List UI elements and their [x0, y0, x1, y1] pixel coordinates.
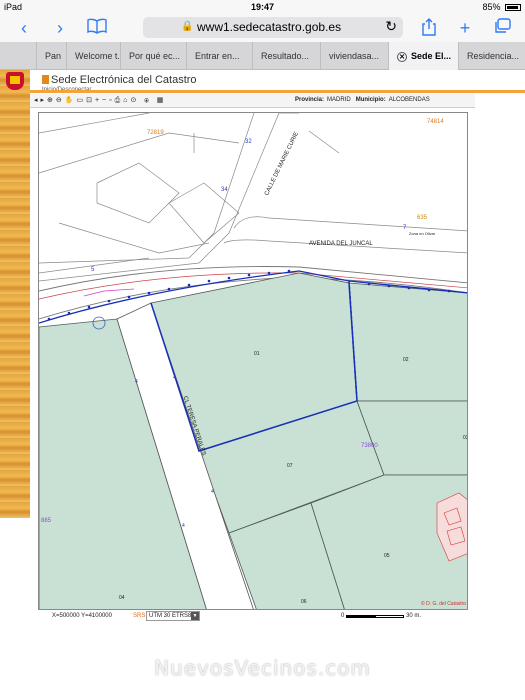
- site-title[interactable]: Sede Electrónica del Catastro: [42, 74, 197, 86]
- parcel-number: 05: [384, 553, 390, 559]
- block-number: 72819: [147, 130, 164, 136]
- block-number: 885: [41, 518, 52, 524]
- parcel-number: 07: [287, 463, 293, 469]
- tab-6-active[interactable]: ✕ Sede El...: [388, 42, 458, 70]
- tab-5[interactable]: viviendasa...: [320, 42, 388, 70]
- srs-select[interactable]: UTM 30 ETRS89 ▼: [146, 611, 200, 621]
- decorative-strip: [0, 70, 30, 518]
- ios-status-bar: iPad 19:47 85%: [0, 0, 525, 14]
- battery-percent: 85%: [482, 2, 501, 12]
- map-status-bar: X=500000 Y=4100000 SRS: UTM 30 ETRS89 ▼ 0…: [38, 610, 468, 624]
- back-icon[interactable]: ‹: [16, 18, 32, 38]
- street-number: 4: [211, 489, 214, 495]
- block-number: 73800: [361, 443, 378, 449]
- street-number: 4: [173, 375, 176, 381]
- parcel-number: 04: [119, 595, 125, 601]
- close-icon[interactable]: ✕: [397, 52, 407, 62]
- street-number: 4: [182, 523, 185, 529]
- battery-status: 85%: [482, 2, 521, 12]
- provincia-label: Provincia:: [295, 97, 325, 103]
- watermark: NuevosVecinos.com: [154, 656, 371, 680]
- block-number: 74814: [427, 119, 444, 125]
- street-number: 32: [245, 139, 252, 145]
- chevron-down-icon: ▼: [191, 612, 199, 620]
- lock-icon: 🔒: [181, 21, 194, 32]
- cadastral-map[interactable]: CALLE DE MARIE CURIE AVENIDA DEL JUNCAL …: [38, 112, 468, 610]
- bookmarks-icon[interactable]: [86, 18, 108, 38]
- block-number: 635: [417, 215, 428, 221]
- municipio-label: Municipio:: [355, 97, 386, 103]
- map-tool-icons[interactable]: ◂▸⊕⊖✋▭⊡+−▫⎙⌂⊙ ⦿ ▦: [34, 96, 166, 105]
- scale-end: 30 m.: [406, 613, 422, 619]
- clock: 19:47: [250, 2, 275, 12]
- map-toolbar: ◂▸⊕⊖✋▭⊡+−▫⎙⌂⊙ ⦿ ▦ Provincia: MADRID Munic…: [30, 94, 475, 108]
- spain-crest-icon: [6, 72, 24, 90]
- battery-icon: [505, 4, 521, 12]
- parcel-number: 06: [301, 599, 307, 605]
- tab-0[interactable]: Pan: [36, 42, 66, 70]
- srs-label: SRS:: [133, 613, 148, 619]
- municipio-value: ALCOBENDAS: [388, 97, 430, 103]
- coordinates-readout: X=500000 Y=4100000: [52, 613, 112, 619]
- srs-value: UTM 30 ETRS89: [149, 613, 195, 619]
- new-tab-icon[interactable]: +: [456, 18, 474, 38]
- provincia-value: MADRID: [327, 97, 351, 103]
- tab-4[interactable]: Resultado...: [252, 42, 320, 70]
- parcel-number: 01: [254, 351, 260, 357]
- parcel-number: 02: [403, 357, 409, 363]
- tab-strip: Pan Welcome t... Por qué ec... Entrar en…: [0, 42, 525, 70]
- tab-7[interactable]: Residencia...: [458, 42, 525, 70]
- tab-2[interactable]: Por qué ec...: [120, 42, 186, 70]
- document-icon: [42, 75, 49, 84]
- reload-icon[interactable]: ↻: [385, 18, 397, 35]
- forward-icon[interactable]: ›: [52, 18, 68, 38]
- tabs-icon[interactable]: [492, 18, 512, 38]
- map-copyright: © D. G. del Catastro: [421, 601, 467, 607]
- location-info: Provincia: MADRID Municipio: ALCOBENDAS: [295, 97, 430, 103]
- street-number: 7: [403, 225, 407, 231]
- url-text: www1.sedecatastro.gob.es: [197, 20, 342, 34]
- parcel-number: 03: [463, 435, 467, 441]
- street-number: 4: [135, 379, 138, 385]
- share-icon[interactable]: [420, 18, 438, 38]
- street-label-zona-olivar: Zona en Olivar: [409, 231, 436, 236]
- catastro-page: Sede Electrónica del Catastro Inicio/Des…: [0, 70, 525, 700]
- street-number: 5: [91, 267, 95, 273]
- tab-1[interactable]: Welcome t...: [66, 42, 120, 70]
- header-divider: [30, 90, 525, 93]
- tab-3[interactable]: Entrar en...: [186, 42, 252, 70]
- street-number: 34: [221, 187, 228, 193]
- scale-bar: [346, 615, 404, 618]
- street-label-avenida-juncal: AVENIDA DEL JUNCAL: [309, 241, 373, 247]
- address-bar[interactable]: 🔒 www1.sedecatastro.gob.es ↻: [143, 17, 403, 38]
- browser-toolbar: ‹ › 🔒 www1.sedecatastro.gob.es ↻ +: [0, 14, 525, 42]
- scale-start: 0: [341, 613, 345, 619]
